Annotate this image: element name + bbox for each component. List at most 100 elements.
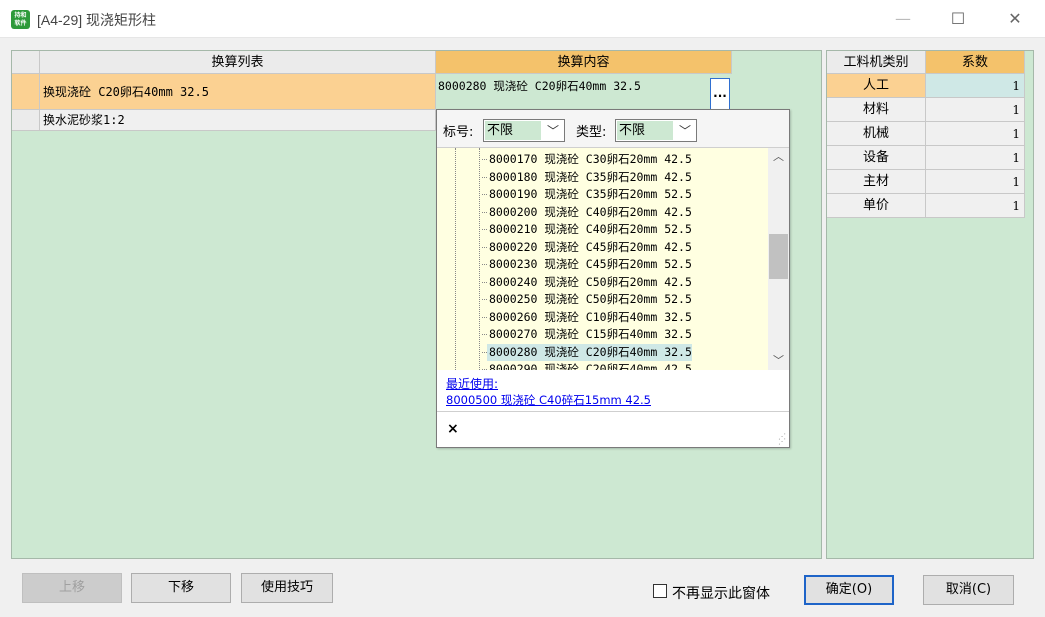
tree-item-label: 8000290 现浇砼 C20卵石40mm 42.5 <box>489 362 692 370</box>
close-popup-icon[interactable]: × <box>447 421 459 437</box>
tree-item-label: 8000180 现浇砼 C35卵石20mm 42.5 <box>489 169 692 184</box>
ok-button[interactable]: 确定(O) <box>804 575 894 605</box>
coef-value[interactable]: 1 <box>926 170 1025 194</box>
app-logo-icon: 持和 软件 <box>11 10 30 29</box>
move-down-button[interactable]: 下移 <box>131 573 231 603</box>
move-up-button[interactable]: 上移 <box>22 573 122 603</box>
row-indicator[interactable] <box>12 110 40 131</box>
browse-button[interactable]: ... <box>710 78 730 110</box>
dont-show-checkbox[interactable] <box>653 584 667 598</box>
tree-connector <box>482 334 487 335</box>
recent-section: 最近使用: 8000500 现浇砼 C40碎石15mm 42.5 <box>437 370 789 412</box>
coef-value[interactable]: 1 <box>926 98 1025 122</box>
coef-row[interactable]: 人工 1 <box>827 74 1025 98</box>
tree-item[interactable]: 8000190 现浇砼 C35卵石20mm 52.5 <box>482 186 692 204</box>
coef-category[interactable]: 机械 <box>827 122 926 146</box>
close-window-icon[interactable]: ✕ <box>992 0 1038 38</box>
type-select[interactable]: 不限 ﹀ <box>615 119 697 142</box>
tree-item[interactable]: 8000240 现浇砼 C50卵石20mm 42.5 <box>482 274 692 292</box>
tree-connector <box>482 159 487 160</box>
list-row-name[interactable]: 换现浇砼 C20卵石40mm 32.5 <box>40 74 436 110</box>
maximize-icon[interactable]: ☐ <box>935 0 981 38</box>
tree-guide-line <box>479 148 480 370</box>
coef-value[interactable]: 1 <box>926 146 1025 170</box>
recent-label[interactable]: 最近使用: <box>446 376 789 392</box>
coef-value[interactable]: 1 <box>926 194 1025 218</box>
tree-connector <box>482 299 487 300</box>
tree-item-label: 8000220 现浇砼 C45卵石20mm 42.5 <box>489 239 692 254</box>
tree-guide-line <box>455 148 456 370</box>
type-select-value: 不限 <box>617 121 673 140</box>
list-row-content[interactable]: 8000280 现浇砼 C20卵石40mm 32.5 <box>436 74 732 110</box>
grade-select-value: 不限 <box>485 121 541 140</box>
usage-tips-button[interactable]: 使用技巧 <box>241 573 333 603</box>
tree-connector <box>482 316 487 318</box>
tree-item-label: 8000230 现浇砼 C45卵石20mm 52.5 <box>489 257 692 271</box>
column-header-content[interactable]: 换算内容 <box>436 51 732 74</box>
tree-item[interactable]: 8000270 现浇砼 C15卵石40mm 32.5 <box>482 326 692 344</box>
chevron-down-icon[interactable]: ﹀ <box>768 352 789 370</box>
tree-item[interactable]: 8000180 现浇砼 C35卵石20mm 42.5 <box>482 169 692 187</box>
coef-category[interactable]: 主材 <box>827 170 926 194</box>
tree-scrollbar[interactable]: ︿ ﹀ <box>768 148 789 370</box>
coef-value[interactable]: 1 <box>926 122 1025 146</box>
tree-item-label: 8000210 现浇砼 C40卵石20mm 52.5 <box>489 222 692 236</box>
material-tree[interactable]: 8000170 现浇砼 C30卵石20mm 42.5 8000180 现浇砼 C3… <box>437 148 768 370</box>
tree-item[interactable]: 8000290 现浇砼 C20卵石40mm 42.5 <box>482 361 692 370</box>
coef-category[interactable]: 材料 <box>827 98 926 122</box>
tree-item[interactable]: 8000200 现浇砼 C40卵石20mm 42.5 <box>482 204 692 222</box>
coef-category[interactable]: 单价 <box>827 194 926 218</box>
title-bar: 持和 软件 [A4-29] 现浇矩形柱 — ☐ ✕ <box>0 0 1045 38</box>
list-row-name[interactable]: 换水泥砂浆1:2 <box>40 110 436 131</box>
tree-item-label: 8000270 现浇砼 C15卵石40mm 32.5 <box>489 327 692 341</box>
minimize-icon[interactable]: — <box>880 0 926 38</box>
grid-corner <box>12 51 40 74</box>
tree-connector <box>482 211 487 213</box>
tree-item[interactable]: 8000210 现浇砼 C40卵石20mm 52.5 <box>482 221 692 239</box>
tree-item[interactable]: 8000280 现浇砼 C20卵石40mm 32.5 <box>482 343 692 361</box>
filter-bar: 标号: 不限 ﹀ 类型: 不限 ﹀ <box>437 110 789 148</box>
tree-connector <box>482 194 487 195</box>
coef-category[interactable]: 设备 <box>827 146 926 170</box>
coef-row[interactable]: 单价 1 <box>827 194 1025 218</box>
grade-label: 标号: <box>443 125 474 140</box>
tree-connector <box>482 246 487 248</box>
tree-item-label: 8000250 现浇砼 C50卵石20mm 52.5 <box>489 292 692 306</box>
resize-grip-icon[interactable]: ⋰ ⋰ <box>776 433 786 446</box>
tree-item-label: 8000280 现浇砼 C20卵石40mm 32.5 <box>489 344 692 359</box>
coef-category[interactable]: 人工 <box>827 74 926 98</box>
dont-show-label: 不再显示此窗体 <box>672 586 770 602</box>
coef-row[interactable]: 设备 1 <box>827 146 1025 170</box>
tree-connector <box>482 229 487 230</box>
row-indicator[interactable] <box>12 74 40 110</box>
tree-item-label: 8000200 现浇砼 C40卵石20mm 42.5 <box>489 204 692 219</box>
tree-connector <box>482 351 487 353</box>
chevron-up-icon[interactable]: ︿ <box>768 148 789 166</box>
tree-item-label: 8000260 现浇砼 C10卵石40mm 32.5 <box>489 309 692 324</box>
coef-row[interactable]: 机械 1 <box>827 122 1025 146</box>
tree-item[interactable]: 8000250 现浇砼 C50卵石20mm 52.5 <box>482 291 692 309</box>
tree-item-label: 8000240 现浇砼 C50卵石20mm 42.5 <box>489 274 692 289</box>
chevron-down-icon: ﹀ <box>546 124 559 138</box>
column-header-list[interactable]: 换算列表 <box>40 51 436 74</box>
coef-value[interactable]: 1 <box>926 74 1025 98</box>
column-header-category[interactable]: 工料机类别 <box>827 51 926 74</box>
tree-item-label: 8000170 现浇砼 C30卵石20mm 42.5 <box>489 152 692 166</box>
tree-item[interactable]: 8000260 现浇砼 C10卵石40mm 32.5 <box>482 309 692 327</box>
type-label: 类型: <box>576 125 607 140</box>
scroll-thumb[interactable] <box>769 234 788 279</box>
tree-item[interactable]: 8000230 现浇砼 C45卵石20mm 52.5 <box>482 256 692 274</box>
grade-select[interactable]: 不限 ﹀ <box>483 119 565 142</box>
tree-item-label: 8000190 现浇砼 C35卵石20mm 52.5 <box>489 187 692 201</box>
tree-connector <box>482 281 487 283</box>
tree-connector <box>482 176 487 178</box>
coef-row[interactable]: 主材 1 <box>827 170 1025 194</box>
cancel-button[interactable]: 取消(C) <box>923 575 1014 605</box>
tree-connector <box>482 264 487 265</box>
tree-item[interactable]: 8000170 现浇砼 C30卵石20mm 42.5 <box>482 151 692 169</box>
material-select-popup: 标号: 不限 ﹀ 类型: 不限 ﹀ 8000170 现浇砼 C30卵石20mm … <box>436 109 790 448</box>
recent-item-link[interactable]: 8000500 现浇砼 C40碎石15mm 42.5 <box>446 392 789 408</box>
column-header-factor[interactable]: 系数 <box>926 51 1025 74</box>
tree-item[interactable]: 8000220 现浇砼 C45卵石20mm 42.5 <box>482 239 692 257</box>
coef-row[interactable]: 材料 1 <box>827 98 1025 122</box>
